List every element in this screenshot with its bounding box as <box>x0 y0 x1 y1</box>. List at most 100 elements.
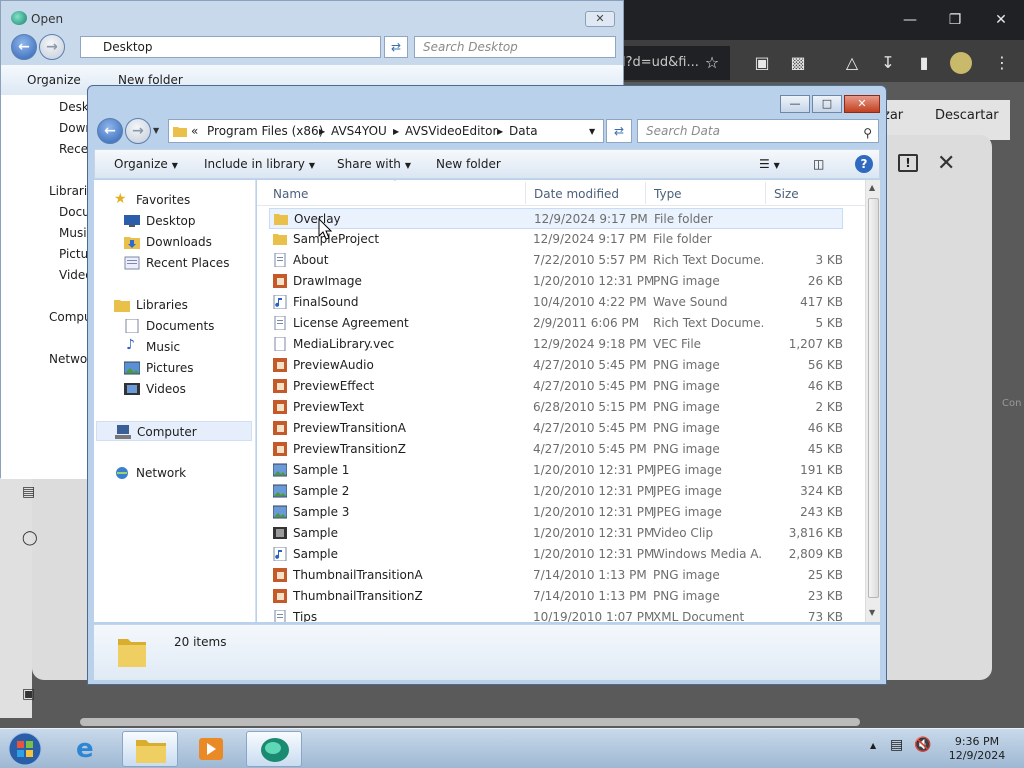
extensions-icon[interactable]: ▩ <box>786 52 810 74</box>
star-icon[interactable]: ☆ <box>700 52 724 74</box>
nav-libraries[interactable]: Libraries <box>94 295 254 315</box>
search-icon[interactable]: ⚲ <box>863 122 872 144</box>
taskbar-ie[interactable]: e <box>62 731 118 767</box>
column-size[interactable]: Size <box>774 187 799 201</box>
include-in-library-button[interactable]: Include in library ▼ <box>204 157 315 171</box>
forward-button[interactable]: → <box>39 34 65 60</box>
refresh-icon[interactable]: ⇄ <box>384 36 408 58</box>
search-input[interactable]: Search Data ⚲ <box>637 119 879 143</box>
refresh-icon[interactable]: ⇄ <box>606 119 632 143</box>
file-row[interactable]: PreviewTransitionA 4/27/2010 5:45 PM PNG i… <box>269 418 843 439</box>
minimize-button[interactable]: — <box>780 95 810 113</box>
maximize-button[interactable]: □ <box>812 95 842 113</box>
new-folder-button[interactable]: New folder <box>436 157 501 171</box>
column-divider[interactable] <box>525 182 526 204</box>
file-row[interactable]: PreviewText 6/28/2010 5:15 PM PNG image 2 K… <box>269 397 843 418</box>
nav-favorites[interactable]: ★ Favorites <box>94 190 254 210</box>
nav-item[interactable]: Pictu <box>59 247 88 261</box>
cast-icon[interactable]: ▣ <box>750 52 774 74</box>
nav-pictures[interactable]: Pictures <box>94 358 254 378</box>
search-input[interactable]: Search Desktop <box>414 36 616 58</box>
scroll-down-icon[interactable]: ▼ <box>869 608 875 617</box>
column-date[interactable]: Date modified <box>534 187 619 201</box>
organize-button[interactable]: Organize <box>27 73 81 87</box>
discard-button[interactable]: Descartar <box>935 108 999 123</box>
file-row[interactable]: Overlay 12/9/2024 9:17 PM File folder <box>269 208 843 229</box>
breadcrumb-avs4you[interactable]: AVS4YOU <box>331 124 387 138</box>
taskbar-explorer[interactable] <box>122 731 178 767</box>
lab-icon[interactable]: △ <box>840 52 864 74</box>
circle-icon[interactable]: ◯ <box>22 530 38 546</box>
nav-desktop[interactable]: Desktop <box>94 211 254 231</box>
start-button[interactable] <box>4 729 46 768</box>
help-icon[interactable]: ? <box>855 155 873 173</box>
taskbar-avs[interactable] <box>246 731 302 767</box>
file-row[interactable]: PreviewEffect 4/27/2010 5:45 PM PNG image 4… <box>269 376 843 397</box>
sidepanel-icon[interactable]: ▮ <box>912 52 936 74</box>
close-button[interactable]: ✕ <box>585 11 615 27</box>
file-row[interactable]: Sample 1/20/2010 12:31 PM Video Clip 3,816 … <box>269 523 843 544</box>
chevron-down-icon[interactable]: ▼ <box>589 127 595 136</box>
organize-button[interactable]: Organize ▼ <box>114 157 178 171</box>
view-options-icon[interactable]: ☰ ▼ <box>759 157 780 171</box>
browser-minimize-button[interactable]: — <box>895 8 925 32</box>
file-row[interactable]: Sample 2 1/20/2010 12:31 PM JPEG image 324 … <box>269 481 843 502</box>
column-divider[interactable] <box>645 182 646 204</box>
breadcrumb-overflow[interactable]: « <box>191 124 198 138</box>
system-clock[interactable]: 9:36 PM 12/9/2024 <box>946 735 1008 763</box>
browser-close-button[interactable]: ✕ <box>986 8 1016 32</box>
file-row[interactable]: PreviewAudio 4/27/2010 5:45 PM PNG image 56… <box>269 355 843 376</box>
chevron-right-icon[interactable]: ▶ <box>393 127 399 136</box>
breadcrumb-program-files[interactable]: Program Files (x86) <box>207 124 323 138</box>
share-with-button[interactable]: Share with ▼ <box>337 157 411 171</box>
file-row[interactable]: About 7/22/2010 5:57 PM Rich Text Docume..… <box>269 250 843 271</box>
file-row[interactable]: MediaLibrary.vec 12/9/2024 9:18 PM VEC Fil… <box>269 334 843 355</box>
close-button[interactable]: ✕ <box>844 95 880 113</box>
close-icon[interactable]: ✕ <box>937 151 955 176</box>
breadcrumb-avsvideoeditor[interactable]: AVSVideoEditor <box>405 124 497 138</box>
nav-network[interactable]: Network <box>94 463 254 483</box>
avatar[interactable] <box>950 52 972 74</box>
history-dropdown-icon[interactable]: ▼ <box>153 126 159 135</box>
nav-videos[interactable]: Videos <box>94 379 254 399</box>
file-row[interactable]: Tips 10/19/2010 1:07 PM XML Document 73 KB <box>269 607 843 622</box>
feedback-icon[interactable]: ▣ <box>22 686 35 702</box>
preview-pane-icon[interactable]: ◫ <box>813 157 824 171</box>
file-row[interactable]: PreviewTransitionZ 4/27/2010 5:45 PM PNG i… <box>269 439 843 460</box>
download-icon[interactable]: ↧ <box>876 52 900 74</box>
volume-muted-icon[interactable]: 🔇 <box>914 737 931 753</box>
column-type[interactable]: Type <box>654 187 682 201</box>
column-name[interactable]: Name <box>273 187 308 201</box>
scroll-up-icon[interactable]: ▲ <box>869 183 875 192</box>
address-bar[interactable]: Desktop <box>80 36 381 58</box>
file-row[interactable]: ThumbnailTransitionZ 7/14/2010 1:13 PM PNG… <box>269 586 843 607</box>
file-row[interactable]: License Agreement 2/9/2011 6:06 PM Rich Te… <box>269 313 843 334</box>
address-bar[interactable]: « Program Files (x86) ▶ AVS4YOU ▶ AVSVid… <box>168 119 604 143</box>
nav-documents[interactable]: Documents <box>94 316 254 336</box>
file-row[interactable]: Sample 1/20/2010 12:31 PM Windows Media A.… <box>269 544 843 565</box>
breadcrumb-data[interactable]: Data <box>509 124 538 138</box>
nav-music[interactable]: ♪ Music <box>94 337 254 357</box>
nav-item[interactable]: Compu <box>49 310 92 324</box>
file-row[interactable]: Sample 3 1/20/2010 12:31 PM JPEG image 243 … <box>269 502 843 523</box>
show-hidden-icons-icon[interactable]: ▲ <box>870 741 876 750</box>
chevron-right-icon[interactable]: ▶ <box>497 127 503 136</box>
page-icon[interactable]: ▤ <box>22 484 35 500</box>
nav-downloads[interactable]: Downloads <box>94 232 254 252</box>
network-status-icon[interactable]: ▤ <box>890 737 903 753</box>
nav-item[interactable]: Docu <box>59 205 90 219</box>
taskbar-media[interactable] <box>184 731 240 767</box>
forward-button[interactable]: → <box>125 118 151 144</box>
file-row[interactable]: SampleProject 12/9/2024 9:17 PM File folde… <box>269 229 843 250</box>
file-row[interactable]: FinalSound 10/4/2010 4:22 PM Wave Sound 417… <box>269 292 843 313</box>
horizontal-scrollbar[interactable] <box>80 718 860 726</box>
nav-item[interactable]: Networ <box>49 352 92 366</box>
report-icon[interactable]: ! <box>898 154 918 172</box>
back-button[interactable]: ← <box>11 34 37 60</box>
vertical-scrollbar[interactable]: ▲ ▼ <box>865 180 880 622</box>
back-button[interactable]: ← <box>97 118 123 144</box>
file-row[interactable]: ThumbnailTransitionA 7/14/2010 1:13 PM PNG… <box>269 565 843 586</box>
file-row[interactable]: Sample 1 1/20/2010 12:31 PM JPEG image 191 … <box>269 460 843 481</box>
menu-dots-icon[interactable]: ⋮ <box>990 52 1014 74</box>
browser-restore-button[interactable]: ❐ <box>940 8 970 32</box>
